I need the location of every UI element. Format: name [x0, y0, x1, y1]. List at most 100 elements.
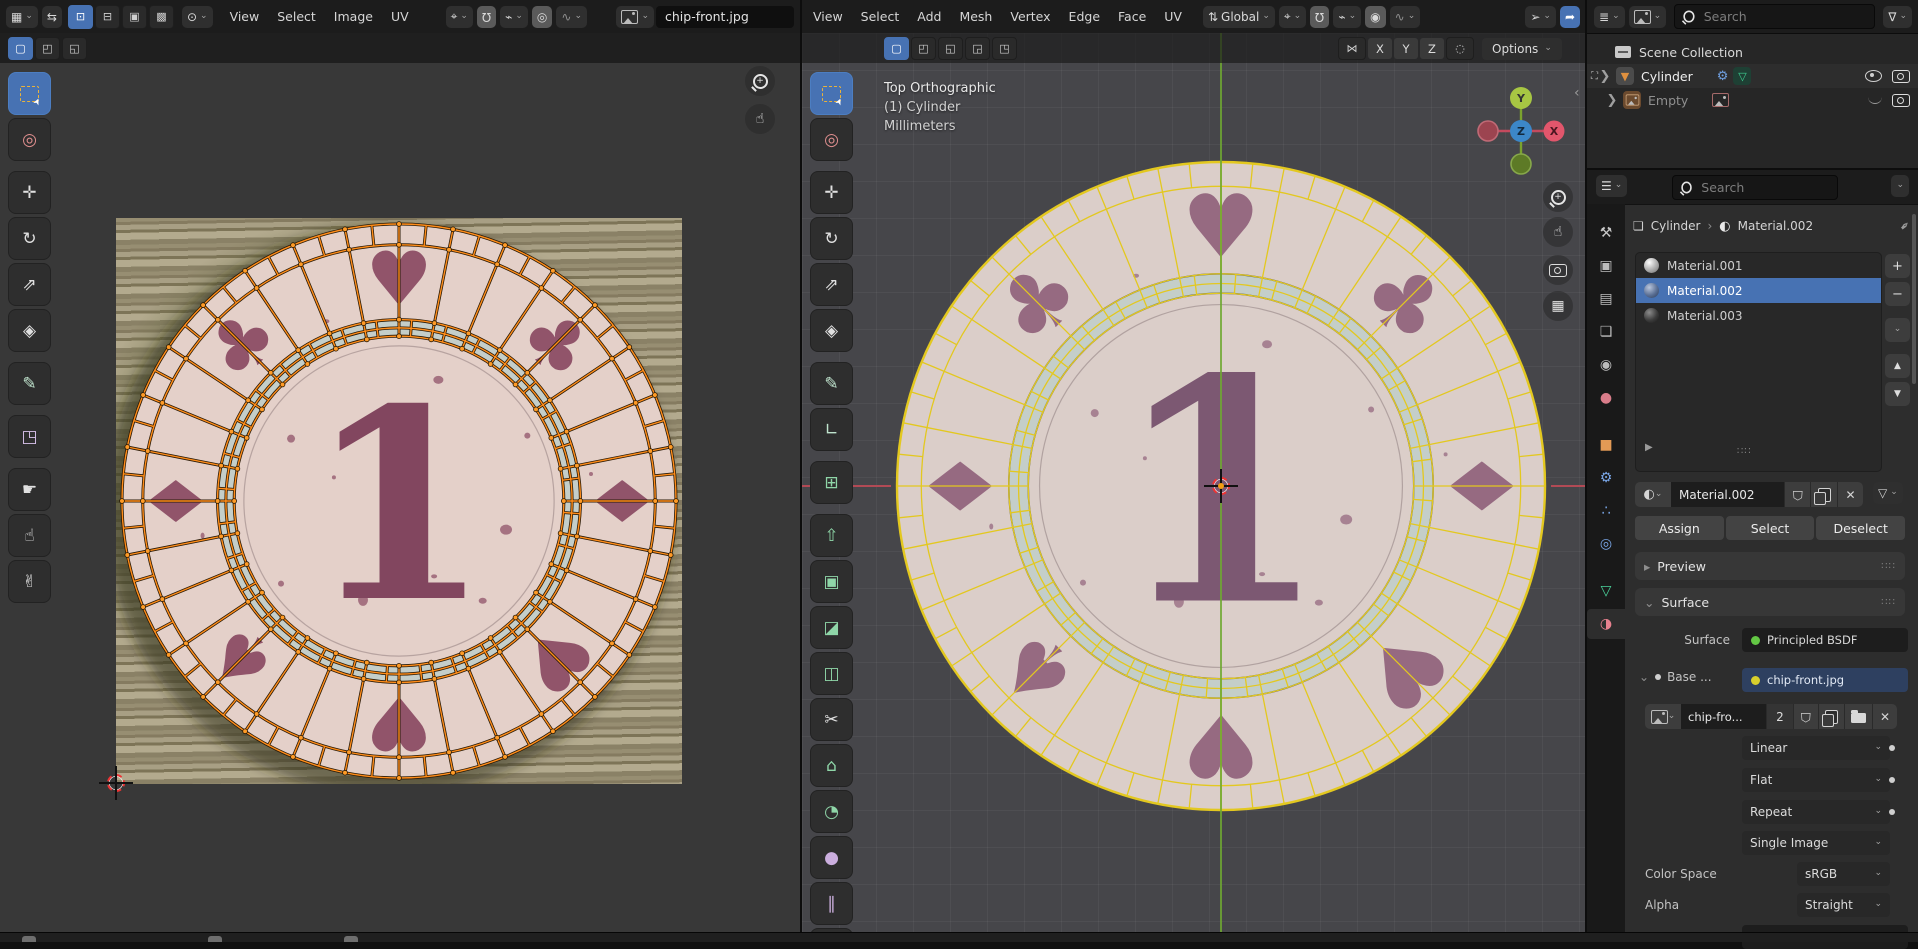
tab-world[interactable]: ● — [1587, 383, 1625, 413]
editor-divider[interactable] — [800, 0, 802, 932]
alpha-dropdown[interactable]: Straight⌄ — [1797, 893, 1890, 917]
vp-tool-scale-icon[interactable]: ⇗ — [810, 263, 853, 306]
expanded-caret-icon[interactable]: ⌄ — [1639, 670, 1649, 684]
outliner-search-input[interactable] — [1702, 8, 1868, 25]
mode-set-icon[interactable]: ▢ — [884, 37, 909, 60]
vp-tool-extrude-region-icon[interactable]: ⇧ — [810, 514, 853, 557]
projection-dropdown[interactable]: Flat⌄ — [1742, 768, 1890, 792]
image-name-field[interactable]: chip-fro... — [1681, 704, 1766, 729]
vp-tool-poly-build-icon[interactable]: ⌂ — [810, 744, 853, 787]
mirror-icon[interactable]: ⋈ — [1338, 37, 1366, 60]
sticky-selection-dropdown[interactable]: ⊙⌄ — [182, 6, 213, 28]
menu-vp-add[interactable]: Add — [908, 1, 950, 33]
duplicate-image-icon[interactable] — [1818, 704, 1844, 729]
menu-uv-uv[interactable]: UV — [382, 1, 418, 33]
outliner-search[interactable] — [1674, 4, 1875, 29]
open-image-folder-icon[interactable] — [1844, 704, 1872, 729]
material-browse-button[interactable]: ◐⌄ — [1635, 482, 1671, 507]
disable-render-icon[interactable] — [1892, 94, 1910, 107]
uv-tool-transform-icon[interactable]: ◈ — [8, 309, 51, 352]
select-button[interactable]: Select — [1726, 516, 1815, 540]
tab-scene[interactable]: ◉ — [1587, 350, 1625, 380]
add-slot-button[interactable]: + — [1885, 254, 1910, 278]
color-space-dropdown[interactable]: sRGB⌄ — [1797, 862, 1890, 886]
vp-tool-measure-icon[interactable]: ∟ — [810, 408, 853, 451]
vp-tool-spin-icon[interactable]: ◔ — [810, 790, 853, 833]
vp-zoom-button[interactable]: + — [1543, 182, 1573, 212]
mode-extend-icon[interactable]: ◰ — [35, 37, 60, 60]
snap-falloff-icon[interactable]: ◌ — [1446, 37, 1474, 60]
vp-falloff-dropdown[interactable]: ∿⌄ — [1390, 6, 1421, 28]
menu-vp-vertex[interactable]: Vertex — [1001, 1, 1059, 33]
breadcrumb-object[interactable]: Cylinder — [1651, 219, 1701, 233]
uv-face-select-icon[interactable]: ▣ — [122, 5, 147, 29]
navigation-gizmo[interactable]: Y X Z — [1476, 86, 1566, 176]
outliner-row-empty[interactable]: ❯ Empty — [1587, 88, 1918, 112]
vp-tool-move-icon[interactable]: ✛ — [810, 171, 853, 214]
properties-options-button[interactable]: ⌄ — [1891, 175, 1909, 197]
tab-render[interactable]: ▣ — [1587, 251, 1625, 281]
tab-physics[interactable]: ◎ — [1587, 529, 1625, 559]
vp-tool-select-box-icon[interactable] — [810, 72, 853, 115]
image-users-count[interactable]: 2 — [1766, 704, 1793, 729]
uv-chip-texture-with-uv-overlay[interactable]: ♥♣♦♥♥♠♦♣1 — [116, 218, 682, 788]
mode-set-icon[interactable]: ▢ — [8, 37, 33, 60]
deselect-button[interactable]: Deselect — [1816, 516, 1905, 540]
uv-proportional-toggle[interactable]: ◎ — [532, 6, 552, 28]
outliner-display-mode-button[interactable]: ⌄ — [1629, 6, 1667, 28]
source-dropdown[interactable]: Single Image⌄ — [1742, 831, 1890, 855]
outliner-editor-type-button[interactable]: ≣⌄ — [1594, 6, 1625, 28]
vp-tool-inset-faces-icon[interactable]: ▣ — [810, 560, 853, 603]
move-slot-down-button[interactable]: ▼ — [1885, 382, 1910, 406]
editor-divider[interactable] — [1587, 168, 1918, 170]
vp-tool-cursor-icon[interactable]: ◎ — [810, 118, 853, 161]
menu-vp-mesh[interactable]: Mesh — [950, 1, 1001, 33]
menu-vp-view[interactable]: View — [804, 1, 852, 33]
vp-tool-transform-icon[interactable]: ◈ — [810, 309, 853, 352]
mesh-data-icon[interactable]: ▽ — [1733, 67, 1751, 85]
tab-output[interactable]: ▤ — [1587, 284, 1625, 314]
menu-vp-uv[interactable]: UV — [1155, 1, 1191, 33]
uv-falloff-dropdown[interactable]: ∿⌄ — [556, 6, 587, 28]
uv-snap-toggle[interactable]: Ω — [477, 6, 496, 28]
gizmo-toggle-icon[interactable]: ➦ — [1560, 6, 1580, 28]
tab-modifiers[interactable]: ⚙ — [1587, 463, 1625, 493]
mode-extend-icon[interactable]: ◰ — [911, 37, 936, 60]
slot-list-expand-icon[interactable]: ▶ — [1645, 442, 1653, 453]
material-slot-row[interactable]: Material.003 — [1636, 303, 1881, 328]
pin-icon[interactable]: ✒ — [1896, 217, 1913, 234]
uv-tool-rip-region-icon[interactable]: ◳ — [8, 415, 51, 458]
tab-particles[interactable]: ∴ — [1587, 496, 1625, 526]
orientation-dropdown[interactable]: ⇅Global⌄ — [1203, 6, 1275, 28]
vp-snap-settings-dropdown[interactable]: ⌁⌄ — [1333, 6, 1361, 28]
material-slot-row[interactable]: Material.001 — [1636, 253, 1881, 278]
fake-user-shield-icon[interactable]: ☖ — [1793, 704, 1818, 729]
fake-user-shield-icon[interactable]: ☖ — [1784, 482, 1810, 507]
duplicate-material-icon[interactable] — [1810, 482, 1837, 507]
menu-uv-view[interactable]: View — [221, 1, 269, 33]
disable-render-icon[interactable] — [1892, 70, 1910, 83]
editor-divider[interactable] — [1585, 0, 1587, 932]
vp-tool-bevel-icon[interactable]: ◪ — [810, 606, 853, 649]
uv-tool-scale-icon[interactable]: ⇗ — [8, 263, 51, 306]
outliner-row-cylinder[interactable]: ⛶ ❯ ▼ Cylinder ⚙ ▽ — [1587, 64, 1918, 88]
uv-canvas[interactable]: ▢◰◱ ◎✛↻⇗◈✎◳☛☝✌ ♥♣♦♥♥♠♦♣1 + ☝ — [0, 33, 802, 932]
vp-tool-add-cube-icon[interactable]: ⊞ — [810, 461, 853, 504]
assign-button[interactable]: Assign — [1635, 516, 1724, 540]
unlink-image-icon[interactable]: ✕ — [1872, 704, 1897, 729]
mode-intersect-icon[interactable]: ◳ — [992, 37, 1017, 60]
vp-tool-knife-icon[interactable]: ✂ — [810, 698, 853, 741]
menu-vp-edge[interactable]: Edge — [1060, 1, 1109, 33]
hide-eye-icon[interactable] — [1865, 70, 1882, 82]
uv-island-select-icon[interactable]: ▩ — [149, 5, 174, 29]
3d-cursor-icon[interactable] — [1208, 473, 1234, 499]
uv-tool-annotate-icon[interactable]: ✎ — [8, 362, 51, 405]
sidebar-collapse-icon[interactable]: ‹ — [1574, 85, 1580, 101]
vp-proportional-toggle[interactable]: ◉ — [1365, 6, 1385, 28]
menu-uv-image[interactable]: Image — [325, 1, 382, 33]
uv-editor-type-button[interactable]: ▦⌄ — [6, 6, 38, 28]
outliner-filter-button[interactable]: ∇⌄ — [1883, 6, 1912, 28]
animate-dot-icon[interactable] — [1889, 745, 1895, 751]
vp-tool-rotate-icon[interactable]: ↻ — [810, 217, 853, 260]
vp-pan-hand-icon[interactable]: ☝ — [1543, 217, 1573, 247]
